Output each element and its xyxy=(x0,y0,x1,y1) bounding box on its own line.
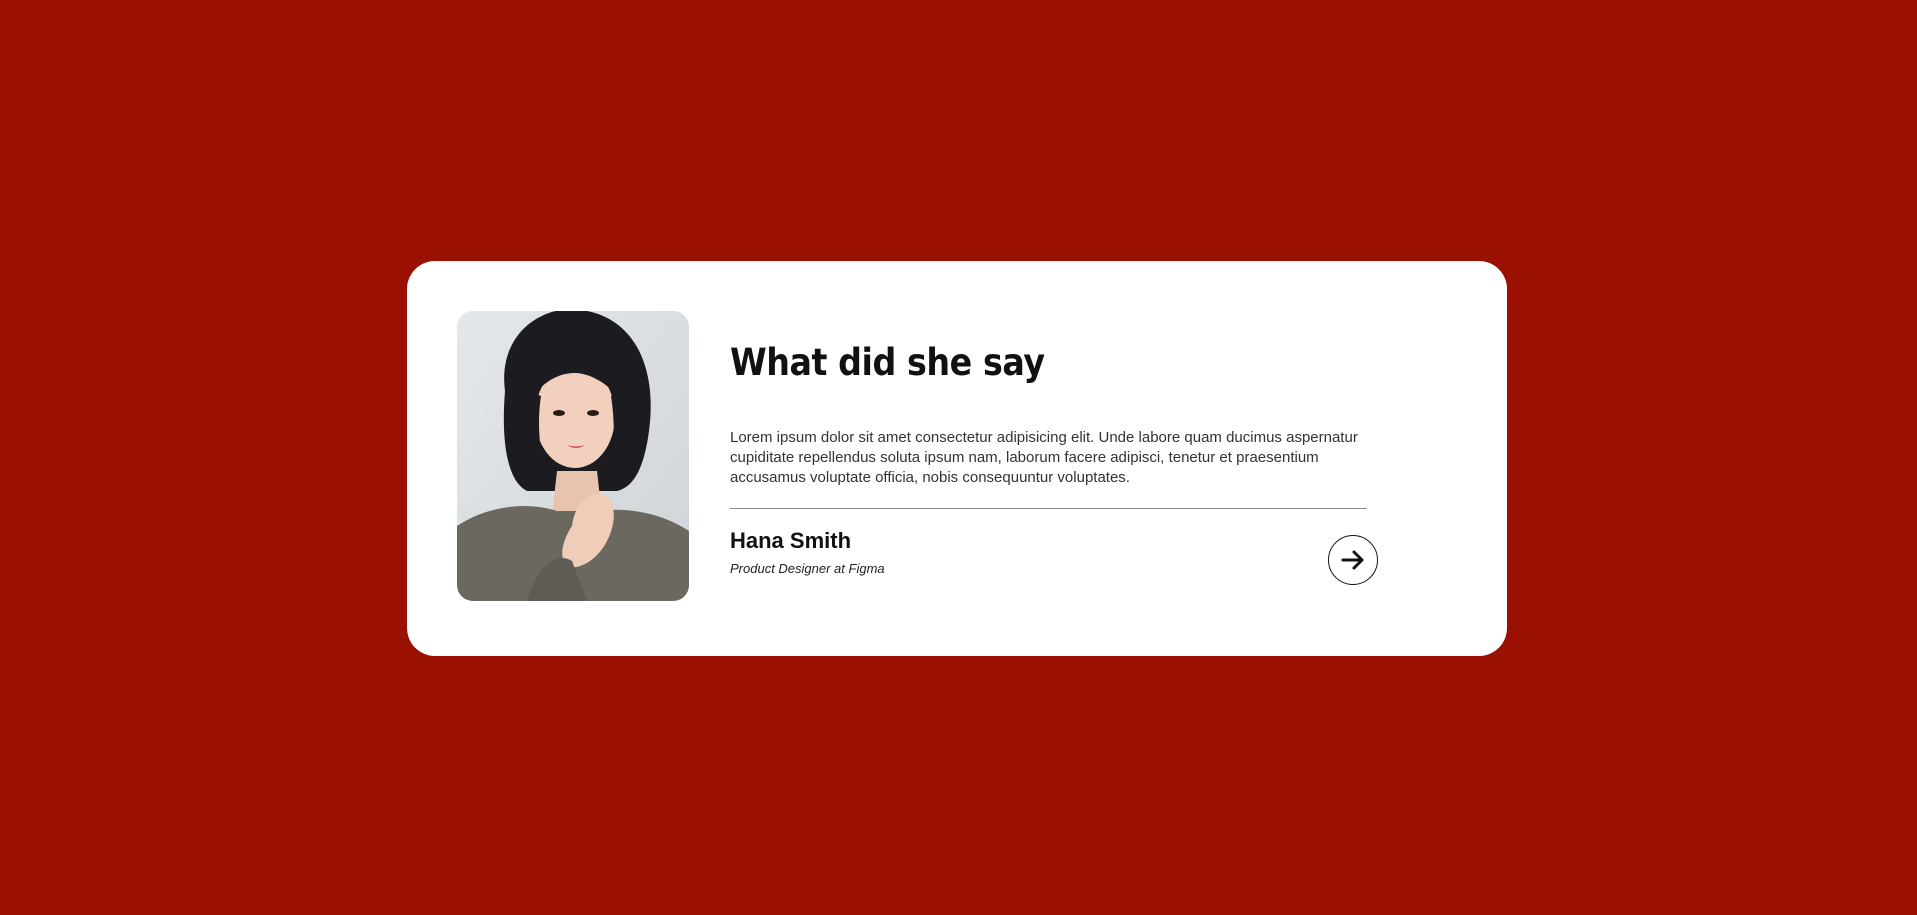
arrow-right-icon xyxy=(1341,550,1364,570)
testimonial-card: What did she say Lorem ipsum dolor sit a… xyxy=(407,261,1507,656)
next-testimonial-button[interactable] xyxy=(1328,535,1378,585)
author-role: Product Designer at Figma xyxy=(730,561,885,576)
divider xyxy=(730,508,1367,509)
portrait-photo xyxy=(457,311,689,601)
testimonial-quote: Lorem ipsum dolor sit amet consectetur a… xyxy=(730,429,1358,486)
testimonial-heading: What did she say xyxy=(730,341,1045,384)
author-name: Hana Smith xyxy=(730,528,852,553)
